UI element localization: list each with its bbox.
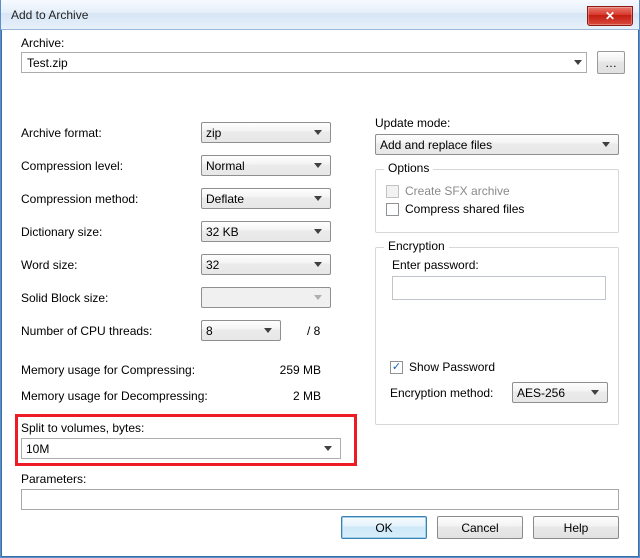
ok-button[interactable]: OK xyxy=(341,516,427,539)
encryption-method-value: AES-256 xyxy=(517,386,565,400)
title-bar: Add to Archive ✕ xyxy=(1,0,639,30)
compression-method-value: Deflate xyxy=(206,192,244,206)
solid-block-size-combo xyxy=(201,287,331,308)
update-mode-combo[interactable]: Add and replace files xyxy=(375,134,619,155)
left-column: Archive format: zip Compression level: N… xyxy=(21,116,355,459)
close-button[interactable]: ✕ xyxy=(587,6,633,26)
cancel-button[interactable]: Cancel xyxy=(437,516,523,539)
button-bar: OK Cancel Help xyxy=(341,516,619,539)
split-volumes-value: 10M xyxy=(26,442,49,456)
encryption-legend: Encryption xyxy=(384,239,449,253)
compress-shared-checkbox[interactable] xyxy=(386,203,399,216)
compression-level-value: Normal xyxy=(206,159,245,173)
password-input[interactable] xyxy=(392,276,606,300)
chevron-down-icon xyxy=(309,156,326,175)
client-area: Archive: Test.zip … Archive format: zip xyxy=(9,30,631,549)
help-button-label: Help xyxy=(564,521,589,535)
window-title: Add to Archive xyxy=(11,8,88,22)
archive-format-combo[interactable]: zip xyxy=(201,122,331,143)
update-mode-label: Update mode: xyxy=(375,116,619,130)
dictionary-size-value: 32 KB xyxy=(206,225,239,239)
chevron-down-icon xyxy=(309,222,326,241)
cpu-threads-value: 8 xyxy=(206,324,213,338)
show-password-label: Show Password xyxy=(409,360,495,374)
cpu-threads-total: / 8 xyxy=(307,324,320,338)
chevron-down-icon xyxy=(309,288,326,307)
help-button[interactable]: Help xyxy=(533,516,619,539)
archive-name-combo[interactable]: Test.zip xyxy=(21,52,587,73)
word-size-combo[interactable]: 32 xyxy=(201,254,331,275)
dictionary-size-label: Dictionary size: xyxy=(21,225,201,239)
parameters-label: Parameters: xyxy=(21,472,619,486)
chevron-down-icon xyxy=(309,123,326,142)
solid-block-size-label: Solid Block size: xyxy=(21,291,201,305)
word-size-label: Word size: xyxy=(21,258,201,272)
close-icon: ✕ xyxy=(605,9,615,23)
compress-shared-label: Compress shared files xyxy=(405,202,524,216)
cancel-button-label: Cancel xyxy=(461,521,498,535)
encryption-method-label: Encryption method: xyxy=(390,386,493,400)
options-group: Options Create SFX archive Compress shar… xyxy=(375,169,619,233)
mem-decompress-value: 2 MB xyxy=(293,389,321,403)
cpu-threads-label: Number of CPU threads: xyxy=(21,324,201,338)
create-sfx-checkbox xyxy=(386,185,399,198)
ok-button-label: OK xyxy=(375,521,392,535)
mem-decompress-label: Memory usage for Decompressing: xyxy=(21,389,208,403)
mem-compress-value: 259 MB xyxy=(280,363,321,377)
compression-method-combo[interactable]: Deflate xyxy=(201,188,331,209)
enter-password-label: Enter password: xyxy=(392,258,608,272)
chevron-down-icon xyxy=(309,189,326,208)
dialog-window: Add to Archive ✕ Archive: Test.zip … Arc… xyxy=(0,0,640,558)
browse-button[interactable]: … xyxy=(597,51,625,74)
split-volumes-label: Split to volumes, bytes: xyxy=(21,421,355,435)
create-sfx-label: Create SFX archive xyxy=(405,184,510,198)
chevron-down-icon xyxy=(597,135,614,154)
parameters-input[interactable] xyxy=(21,489,619,510)
cpu-threads-combo[interactable]: 8 xyxy=(201,320,281,341)
word-size-value: 32 xyxy=(206,258,219,272)
show-password-checkbox[interactable] xyxy=(390,361,403,374)
archive-name-value: Test.zip xyxy=(27,56,68,70)
options-legend: Options xyxy=(384,161,433,175)
archive-label: Archive: xyxy=(21,36,64,50)
mem-compress-label: Memory usage for Compressing: xyxy=(21,363,195,377)
chevron-down-icon xyxy=(569,53,586,72)
chevron-down-icon xyxy=(319,439,336,458)
update-mode-value: Add and replace files xyxy=(380,138,492,152)
right-column: Update mode: Add and replace files Optio… xyxy=(375,116,619,425)
chevron-down-icon xyxy=(586,383,603,402)
encryption-method-combo[interactable]: AES-256 xyxy=(512,382,608,403)
compression-method-label: Compression method: xyxy=(21,192,201,206)
chevron-down-icon xyxy=(309,255,326,274)
compression-level-label: Compression level: xyxy=(21,159,201,173)
split-volumes-combo[interactable]: 10M xyxy=(21,438,341,459)
dictionary-size-combo[interactable]: 32 KB xyxy=(201,221,331,242)
chevron-down-icon xyxy=(259,321,276,340)
archive-format-value: zip xyxy=(206,126,221,140)
compression-level-combo[interactable]: Normal xyxy=(201,155,331,176)
encryption-group: Encryption Enter password: Show Password… xyxy=(375,247,619,425)
archive-format-label: Archive format: xyxy=(21,126,201,140)
ellipsis-icon: … xyxy=(605,56,617,70)
